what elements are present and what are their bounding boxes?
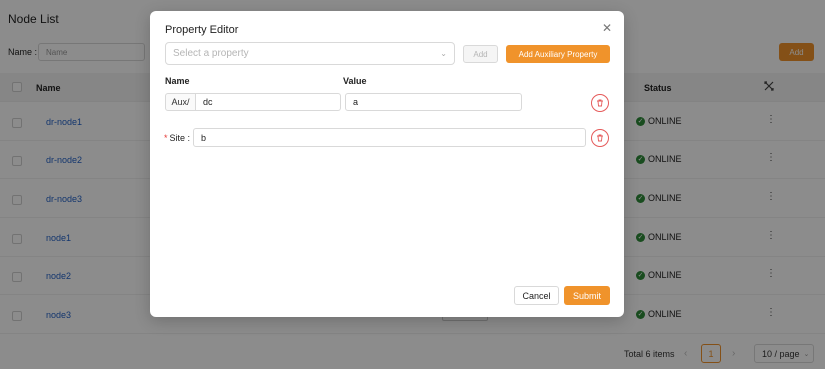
add-property-button[interactable]: Add [463, 45, 498, 63]
trash-icon [597, 99, 603, 107]
submit-button[interactable]: Submit [564, 286, 610, 305]
modal-title: Property Editor [165, 24, 239, 36]
property-select[interactable]: Select a property ⌄ [165, 42, 455, 65]
add-auxiliary-property-button[interactable]: Add Auxiliary Property [506, 45, 610, 63]
chevron-down-icon: ⌄ [440, 49, 447, 58]
aux-value-input[interactable]: a [345, 93, 522, 111]
site-label: * Site : [164, 133, 190, 143]
property-select-placeholder: Select a property [173, 48, 249, 59]
site-input[interactable]: b [193, 128, 586, 147]
required-mark: * [164, 133, 168, 143]
delete-aux-property-button[interactable] [591, 94, 609, 112]
cancel-button[interactable]: Cancel [514, 286, 559, 305]
aux-prefix-addon: Aux/ [165, 93, 196, 111]
property-editor-modal: Property Editor ✕ Select a property ⌄ Ad… [150, 11, 624, 317]
close-icon[interactable]: ✕ [602, 21, 612, 35]
site-label-text: Site : [169, 133, 191, 143]
column-label-name: Name [165, 76, 190, 86]
column-label-value: Value [343, 76, 367, 86]
aux-name-input[interactable]: dc [195, 93, 341, 111]
delete-site-property-button[interactable] [591, 129, 609, 147]
trash-icon [597, 134, 603, 142]
